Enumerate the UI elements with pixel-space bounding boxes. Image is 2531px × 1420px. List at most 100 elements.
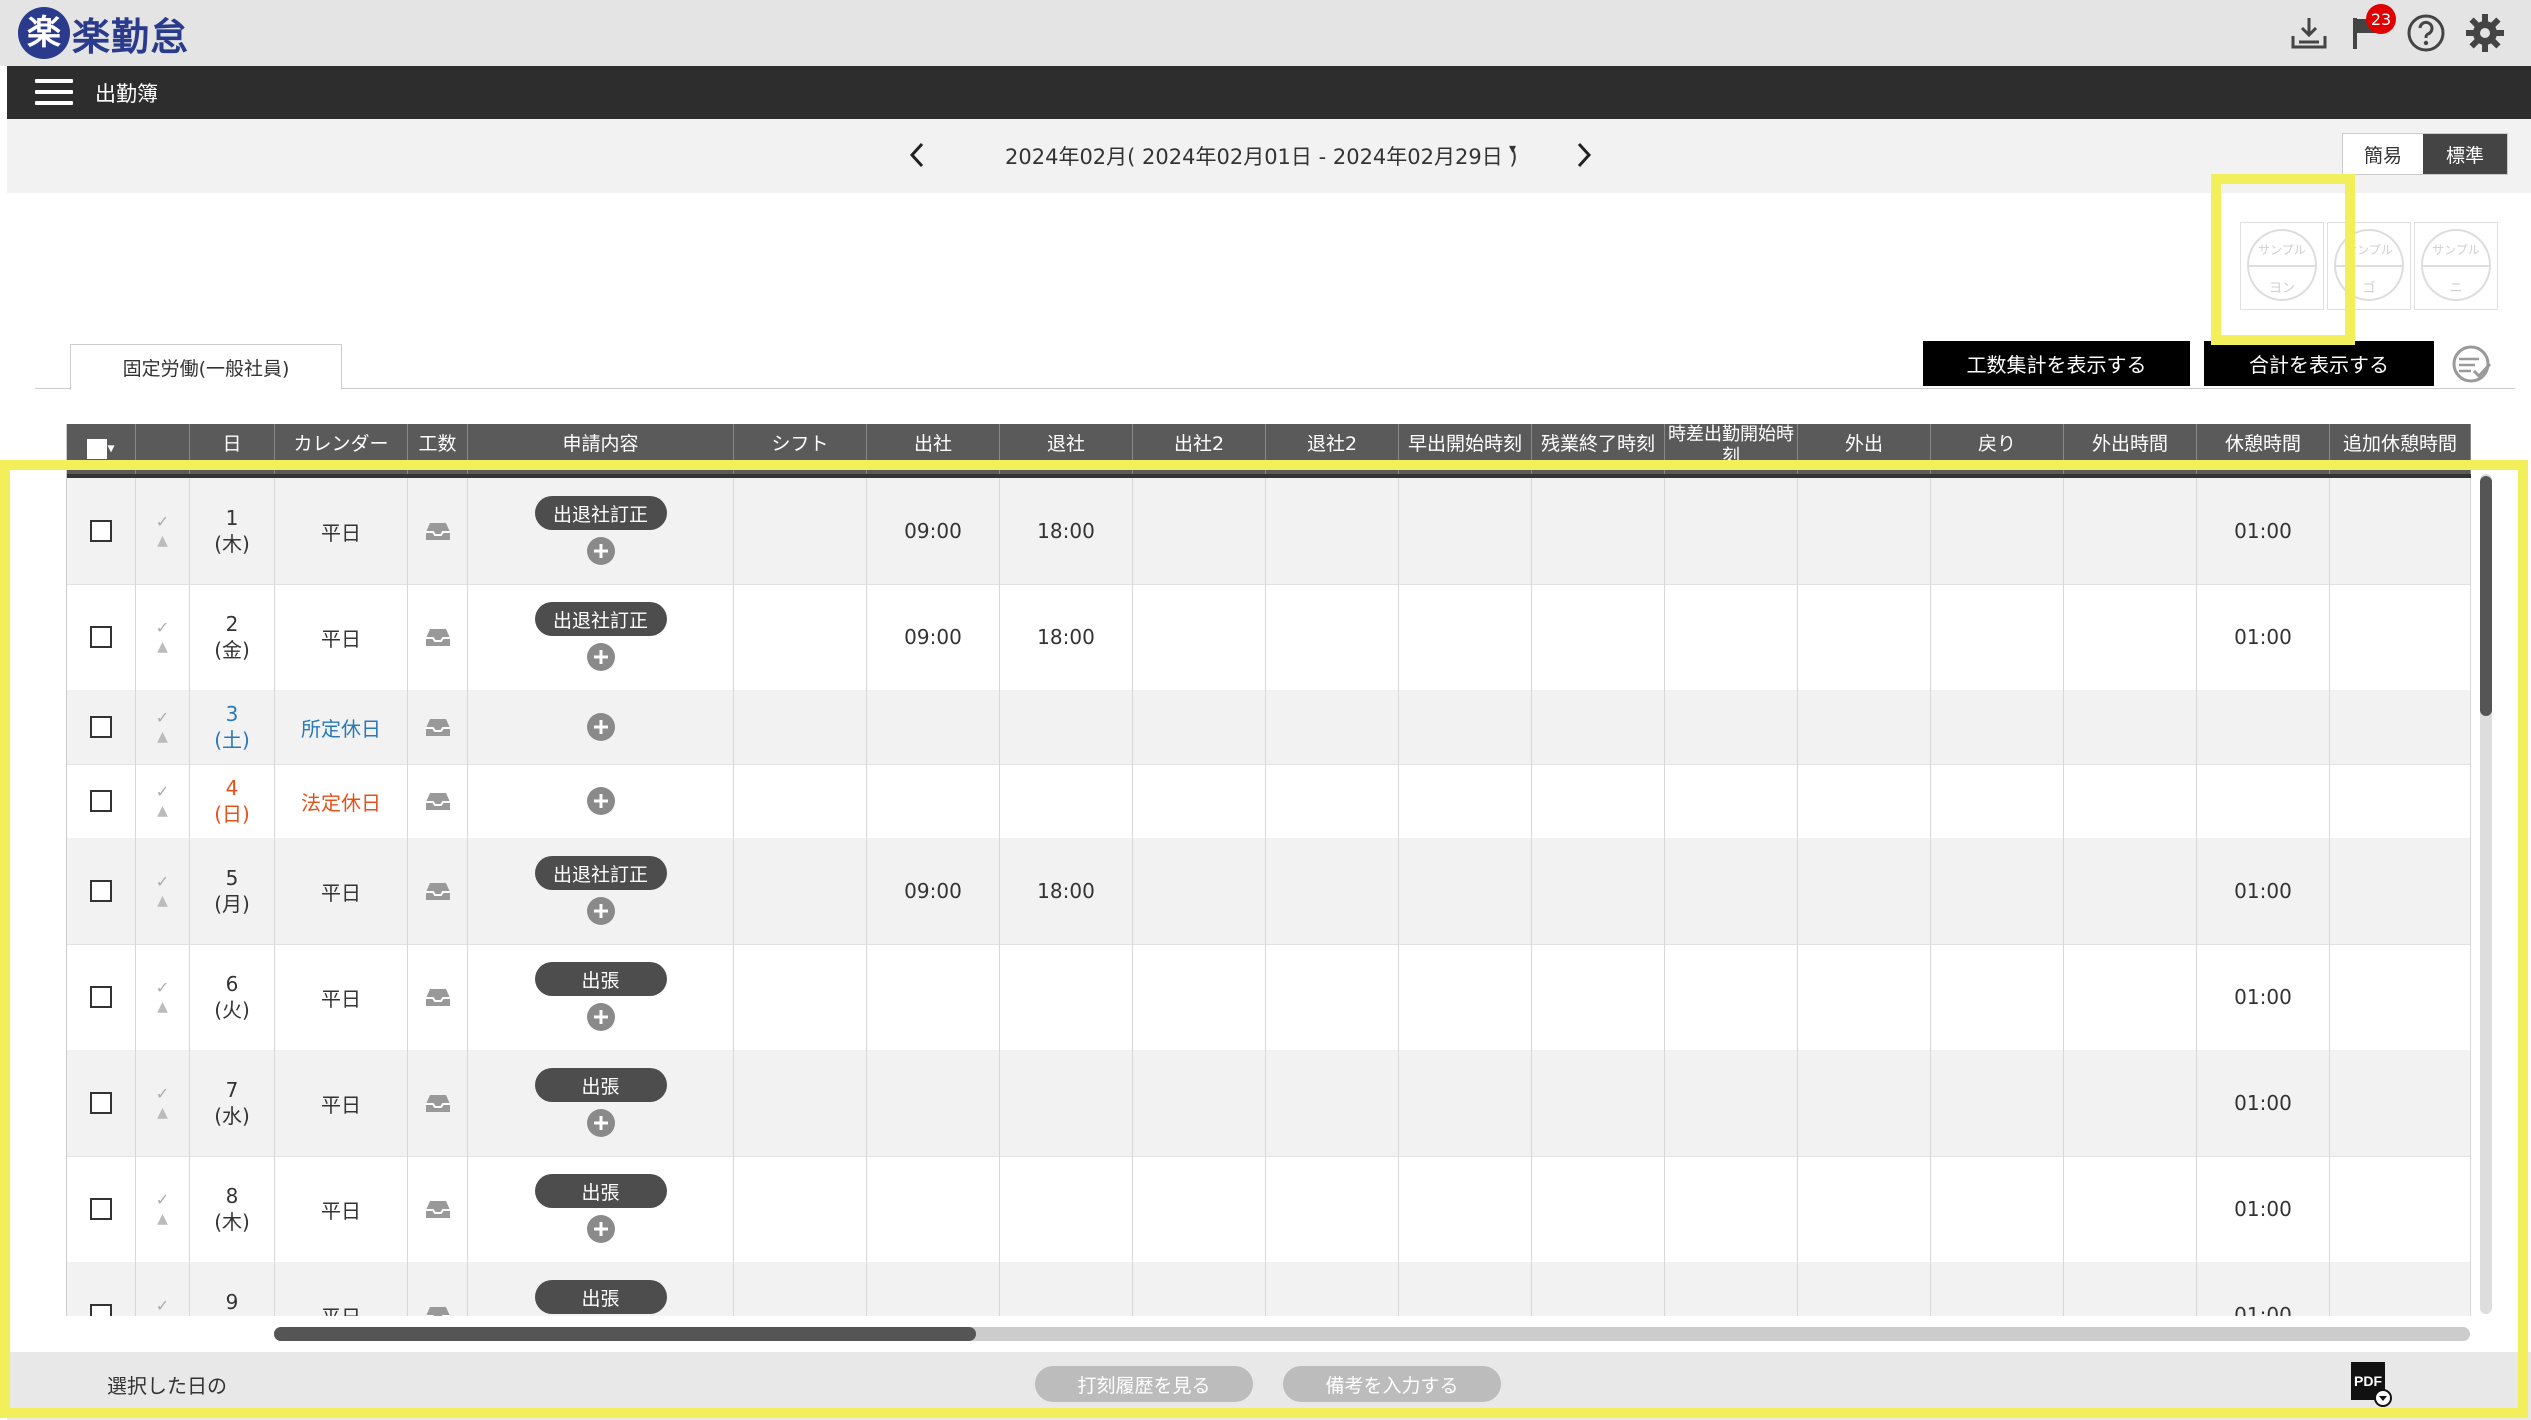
- clock-out-cell[interactable]: [1000, 764, 1133, 838]
- work-count-cell[interactable]: [408, 584, 468, 690]
- early-start-cell[interactable]: [1399, 1156, 1532, 1262]
- overtime-end-cell[interactable]: [1532, 1156, 1665, 1262]
- clock-in-cell[interactable]: [867, 1156, 1000, 1262]
- clock-in-2-cell[interactable]: [1133, 944, 1266, 1050]
- clock-out-2-cell[interactable]: [1266, 690, 1399, 764]
- settings-gear-icon[interactable]: [2462, 10, 2508, 56]
- return-cell[interactable]: [1931, 1156, 2064, 1262]
- extra-break-cell[interactable]: [2330, 1050, 2471, 1156]
- mode-simple-button[interactable]: 簡易: [2343, 134, 2423, 174]
- clock-in-2-cell[interactable]: [1133, 690, 1266, 764]
- table-row[interactable]: ✓▲9(金)平日出張01:00: [67, 1262, 2471, 1316]
- vertical-scroll-thumb[interactable]: [2480, 476, 2492, 716]
- row-checkbox[interactable]: [90, 880, 112, 902]
- add-request-icon[interactable]: [586, 642, 616, 672]
- staggered-start-cell[interactable]: [1665, 838, 1798, 944]
- horizontal-scrollbar[interactable]: [274, 1327, 2470, 1341]
- clock-in-2-cell[interactable]: [1133, 478, 1266, 584]
- approve-stamp-icon[interactable]: [2450, 343, 2492, 385]
- overtime-end-cell[interactable]: [1532, 944, 1665, 1050]
- request-badge[interactable]: 出退社訂正: [534, 856, 667, 890]
- table-row[interactable]: ✓ ▲ 7 (水) 平日 出張 01:00: [67, 1050, 2471, 1157]
- vertical-scrollbar[interactable]: [2480, 474, 2492, 1314]
- early-start-cell[interactable]: [1399, 1050, 1532, 1156]
- select-all-checkbox[interactable]: [87, 438, 108, 459]
- table-row[interactable]: ✓ ▲ 2 (金) 平日 出退社訂正 09:00 18:00 01:00: [67, 584, 2471, 691]
- return-cell[interactable]: [1931, 1050, 2064, 1156]
- notification-flag-icon[interactable]: 23: [2344, 4, 2396, 56]
- overtime-end-cell[interactable]: [1532, 1050, 1665, 1156]
- break-time-cell[interactable]: 01:00: [2197, 1262, 2330, 1316]
- add-request-icon[interactable]: [586, 536, 616, 566]
- return-cell[interactable]: [1931, 478, 2064, 584]
- clock-in-cell[interactable]: [867, 1262, 1000, 1316]
- clock-in-2-cell[interactable]: [1133, 584, 1266, 690]
- help-icon[interactable]: [2403, 10, 2449, 56]
- clock-out-2-cell[interactable]: [1266, 478, 1399, 584]
- clock-in-cell[interactable]: [867, 1050, 1000, 1156]
- extra-break-cell[interactable]: [2330, 690, 2471, 764]
- go-out-cell[interactable]: [1798, 1050, 1931, 1156]
- break-time-cell[interactable]: 01:00: [2197, 584, 2330, 690]
- go-out-cell[interactable]: [1798, 1262, 1931, 1316]
- work-count-cell[interactable]: [408, 838, 468, 944]
- request-cell[interactable]: 出退社訂正: [468, 584, 734, 690]
- overtime-end-cell[interactable]: [1532, 584, 1665, 690]
- early-start-cell[interactable]: [1399, 1262, 1532, 1316]
- work-count-cell[interactable]: [408, 690, 468, 764]
- row-select-cell[interactable]: [67, 690, 136, 764]
- overtime-end-cell[interactable]: [1532, 838, 1665, 944]
- work-count-cell[interactable]: [408, 1050, 468, 1156]
- clock-out-2-cell[interactable]: [1266, 584, 1399, 690]
- go-out-cell[interactable]: [1798, 764, 1931, 838]
- row-select-cell[interactable]: [67, 1050, 136, 1156]
- work-inbox-icon[interactable]: [424, 880, 452, 902]
- go-out-cell[interactable]: [1798, 1156, 1931, 1262]
- request-cell[interactable]: 出張: [468, 1050, 734, 1156]
- work-inbox-icon[interactable]: [424, 986, 452, 1008]
- clock-out-cell[interactable]: [1000, 944, 1133, 1050]
- clock-in-cell[interactable]: [867, 690, 1000, 764]
- clock-out-2-cell[interactable]: [1266, 1156, 1399, 1262]
- break-time-cell[interactable]: 01:00: [2197, 1050, 2330, 1156]
- work-inbox-icon[interactable]: [424, 520, 452, 542]
- pdf-download-icon[interactable]: PDF: [2349, 1360, 2393, 1408]
- row-checkbox[interactable]: [90, 1198, 112, 1220]
- clock-in-cell[interactable]: 09:00: [867, 478, 1000, 584]
- clock-out-2-cell[interactable]: [1266, 1262, 1399, 1316]
- request-badge[interactable]: 出張: [534, 1068, 667, 1102]
- clock-out-cell[interactable]: 18:00: [1000, 478, 1133, 584]
- return-cell[interactable]: [1931, 690, 2064, 764]
- mode-standard-button[interactable]: 標準: [2423, 134, 2507, 174]
- work-count-cell[interactable]: [408, 944, 468, 1050]
- row-checkbox[interactable]: [90, 716, 112, 738]
- clock-in-2-cell[interactable]: [1133, 1050, 1266, 1156]
- request-badge[interactable]: 出張: [534, 1174, 667, 1208]
- row-select-cell[interactable]: [67, 1156, 136, 1262]
- work-count-cell[interactable]: [408, 1262, 468, 1316]
- table-row[interactable]: ✓ ▲ 1 (木) 平日 出退社訂正 09:00 18:00 01:00: [67, 478, 2471, 585]
- hamburger-menu-icon[interactable]: [35, 79, 73, 107]
- work-count-cell[interactable]: [408, 478, 468, 584]
- clock-out-2-cell[interactable]: [1266, 944, 1399, 1050]
- extra-break-cell[interactable]: [2330, 1262, 2471, 1316]
- period-dropdown-caret-icon[interactable]: ▾: [1509, 141, 1516, 157]
- go-out-cell[interactable]: [1798, 690, 1931, 764]
- request-cell[interactable]: [468, 764, 734, 838]
- clock-in-cell[interactable]: 09:00: [867, 584, 1000, 690]
- go-out-cell[interactable]: [1798, 944, 1931, 1050]
- early-start-cell[interactable]: [1399, 838, 1532, 944]
- row-select-cell[interactable]: [67, 944, 136, 1050]
- return-cell[interactable]: [1931, 944, 2064, 1050]
- clock-out-cell[interactable]: [1000, 1050, 1133, 1156]
- go-out-cell[interactable]: [1798, 584, 1931, 690]
- staggered-start-cell[interactable]: [1665, 1050, 1798, 1156]
- next-period-button[interactable]: [1564, 133, 1604, 177]
- clock-in-cell[interactable]: 09:00: [867, 838, 1000, 944]
- clock-out-2-cell[interactable]: [1266, 838, 1399, 944]
- early-start-cell[interactable]: [1399, 690, 1532, 764]
- row-checkbox[interactable]: [90, 520, 112, 542]
- request-cell[interactable]: 出張: [468, 1262, 734, 1316]
- row-select-cell[interactable]: [67, 478, 136, 584]
- table-row[interactable]: ✓ ▲ 5 (月) 平日 出退社訂正 09:00 18:00 01:00: [67, 838, 2471, 945]
